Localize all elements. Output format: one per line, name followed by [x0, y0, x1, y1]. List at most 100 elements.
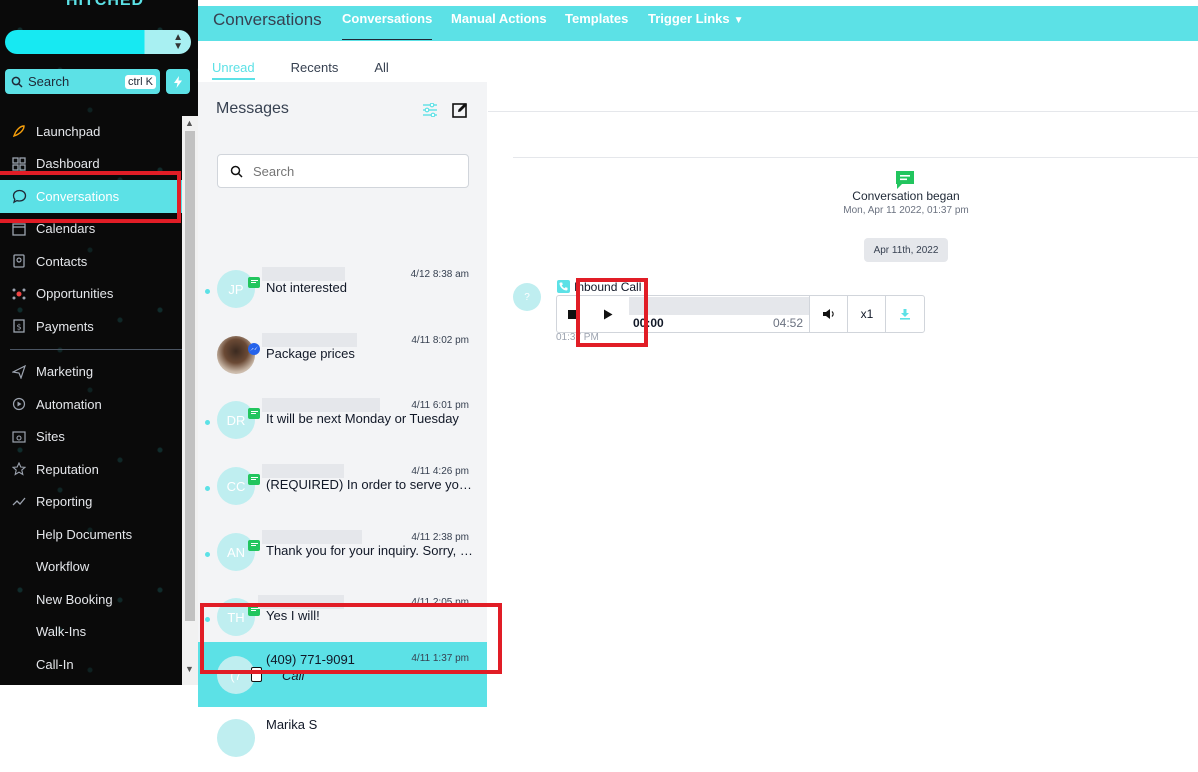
- conversation-row[interactable]: CC 4/11 4:26 pm (REQUIRED) In order to s…: [198, 455, 487, 520]
- conversation-snippet: It will be next Monday or Tuesday: [266, 411, 459, 426]
- conversation-list: Messages JP 4/12 8:38 am Not interested …: [198, 82, 487, 757]
- account-switcher[interactable]: ▲ ▼: [5, 30, 191, 54]
- sidebar-item-automation[interactable]: Automation: [0, 388, 182, 421]
- sidebar-nav: Launchpad Dashboard Conversations Calend…: [0, 115, 182, 681]
- calendar-icon: [10, 220, 28, 238]
- sidebar-item-label: Dashboard: [36, 156, 100, 172]
- opportunities-icon: [10, 285, 28, 303]
- sidebar: HITCHED ▲ ▼ Search ctrl K Launchpad Dashb…: [0, 0, 198, 685]
- scroll-up-arrow-icon[interactable]: ▲: [185, 118, 194, 128]
- unread-dot: [205, 486, 210, 491]
- conversation-row[interactable]: AN 4/11 2:38 pm Thank you for your inqui…: [198, 521, 487, 586]
- sidebar-item-dashboard[interactable]: Dashboard: [0, 148, 182, 181]
- conversation-row[interactable]: JP 4/12 8:38 am Not interested: [198, 258, 487, 323]
- sidebar-item-contacts[interactable]: Contacts: [0, 245, 182, 278]
- contact-name-redacted: [262, 530, 362, 544]
- sidebar-item-calendars[interactable]: Calendars: [0, 213, 182, 246]
- conversation-search-input[interactable]: [251, 162, 445, 180]
- conversation-row[interactable]: Marika S: [198, 707, 487, 772]
- stop-button[interactable]: [565, 296, 579, 332]
- unread-dot: [205, 617, 210, 622]
- conversation-snippet: Yes I will!: [266, 608, 320, 623]
- sidebar-item-label: Walk-Ins: [36, 624, 87, 640]
- sidebar-item-walk-ins[interactable]: Walk-Ins: [0, 616, 182, 649]
- contact-name-redacted: [262, 398, 380, 412]
- volume-icon: [823, 309, 834, 319]
- quick-action-button[interactable]: [166, 69, 190, 94]
- brand-logo: HITCHED: [66, 0, 145, 9]
- conversation-began-time: Mon, Apr 11 2022, 01:37 pm: [843, 205, 969, 216]
- sidebar-item-marketing[interactable]: Marketing: [0, 356, 182, 389]
- conversation-snippet: Not interested: [266, 280, 347, 295]
- tab-templates[interactable]: Templates: [565, 11, 628, 26]
- contact-name: Marika S: [266, 717, 318, 732]
- playback-progress-bar[interactable]: [629, 297, 809, 315]
- sidebar-item-label: Call-In: [36, 656, 74, 672]
- star-icon: [10, 460, 28, 478]
- current-time: 00:00: [633, 316, 664, 330]
- subtab-unread[interactable]: Unread: [212, 60, 255, 80]
- sidebar-item-conversations[interactable]: Conversations: [0, 180, 182, 213]
- sidebar-item-label: Contacts: [36, 253, 88, 269]
- sidebar-item-new-booking[interactable]: New Booking: [0, 583, 182, 616]
- sidebar-item-opportunities[interactable]: Opportunities: [0, 278, 182, 311]
- conversation-snippet: (REQUIRED) In order to serve you best, p…: [266, 477, 474, 492]
- scroll-down-arrow-icon[interactable]: ▼: [185, 664, 194, 674]
- unread-dot: [205, 289, 210, 294]
- download-button[interactable]: [885, 296, 924, 332]
- sidebar-search[interactable]: Search ctrl K: [5, 69, 160, 94]
- sidebar-item-reporting[interactable]: Reporting: [0, 486, 182, 519]
- conversation-row[interactable]: DR 4/11 6:01 pm It will be next Monday o…: [198, 389, 487, 454]
- filter-sliders-icon[interactable]: [422, 102, 438, 120]
- conversation-search[interactable]: [217, 154, 469, 188]
- sidebar-item-label: Payments: [36, 318, 94, 334]
- messenger-icon: [248, 343, 260, 355]
- duration: 04:52: [773, 316, 804, 330]
- messages-heading: Messages: [216, 100, 289, 117]
- sidebar-item-call-in[interactable]: Call-In: [0, 648, 182, 681]
- sidebar-item-label: Automation: [36, 396, 102, 412]
- send-icon: [10, 363, 28, 381]
- divider: [513, 157, 1198, 158]
- sms-icon: [248, 540, 260, 551]
- dashboard-icon: [10, 155, 28, 173]
- reporting-icon: [10, 493, 28, 511]
- conversation-list-panel: Unread Recents All Messages JP 4/12 8:38…: [198, 41, 488, 757]
- page-title: Conversations: [213, 10, 322, 29]
- inbound-call-label: Inbound Call: [574, 280, 642, 294]
- stop-icon: [567, 309, 577, 319]
- subtab-recents[interactable]: Recents: [291, 60, 339, 80]
- volume-button[interactable]: [809, 296, 848, 332]
- chevron-down-icon: ▼: [733, 15, 744, 26]
- play-button[interactable]: [593, 296, 623, 332]
- sidebar-item-help-documents[interactable]: Help Documents: [0, 518, 182, 551]
- sms-icon: [248, 408, 260, 419]
- tab-conversations[interactable]: Conversations: [342, 11, 433, 40]
- playback-speed-button[interactable]: x1: [847, 296, 886, 332]
- unread-dot: [205, 420, 210, 425]
- tab-manual-actions[interactable]: Manual Actions: [451, 11, 547, 26]
- sidebar-item-reputation[interactable]: Reputation: [0, 453, 182, 486]
- compose-icon[interactable]: [452, 102, 468, 121]
- search-shortcut: ctrl K: [124, 74, 156, 89]
- sites-icon: [10, 428, 28, 446]
- sidebar-item-payments[interactable]: $ Payments: [0, 310, 182, 343]
- sidebar-item-label: Launchpad: [36, 123, 101, 139]
- rocket-icon: [10, 122, 28, 140]
- avatar: AN: [217, 533, 255, 571]
- sidebar-item-label: Help Documents: [36, 526, 133, 542]
- divider: [488, 111, 1198, 112]
- subtab-all[interactable]: All: [374, 60, 388, 80]
- phone-icon: [251, 667, 262, 682]
- sidebar-item-workflow[interactable]: Workflow: [0, 551, 182, 584]
- contacts-icon: [10, 252, 28, 270]
- sidebar-divider: [10, 348, 182, 350]
- conversation-row[interactable]: 4/11 8:02 pm Package prices: [198, 324, 487, 389]
- conversation-row-selected[interactable]: (7 (409) 771-9091 Call 4/11 1:37 pm: [198, 642, 487, 707]
- sidebar-item-launchpad[interactable]: Launchpad: [0, 115, 182, 148]
- sidebar-scroll-thumb[interactable]: [185, 131, 195, 621]
- unread-dot: [205, 552, 210, 557]
- conversation-began-label: Conversation began: [852, 189, 960, 203]
- tab-trigger-links[interactable]: Trigger Links ▼: [648, 11, 744, 26]
- sidebar-item-sites[interactable]: Sites: [0, 421, 182, 454]
